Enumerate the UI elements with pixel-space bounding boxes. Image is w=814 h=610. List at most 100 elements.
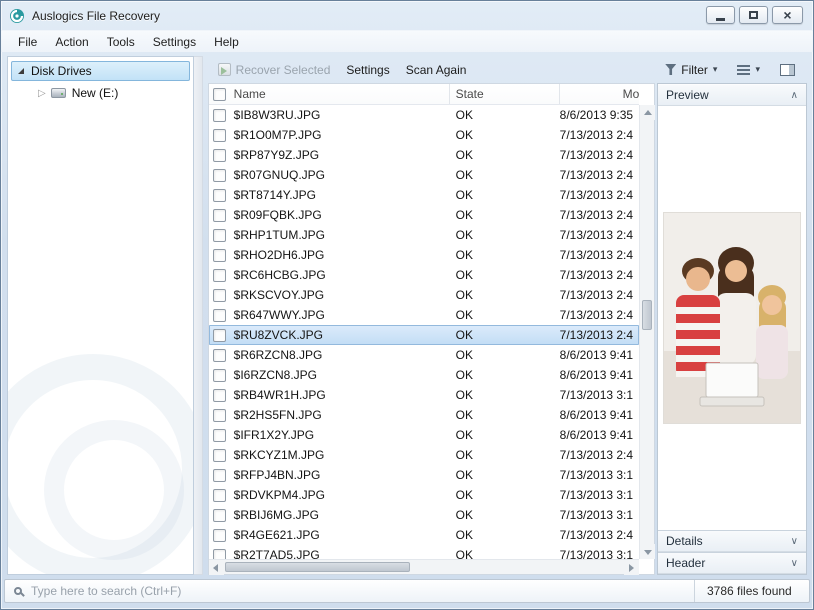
- table-row[interactable]: $R07GNUQ.JPG OK 7/13/2013 2:4: [209, 165, 639, 185]
- scroll-down-arrow[interactable]: [640, 544, 655, 559]
- menu-settings[interactable]: Settings: [144, 31, 205, 52]
- search-input[interactable]: Type here to search (Ctrl+F): [31, 584, 694, 598]
- row-checkbox[interactable]: [213, 189, 226, 202]
- table-row[interactable]: $I6RZCN8.JPG OK 8/6/2013 9:41: [209, 365, 639, 385]
- column-header-modified[interactable]: Modified: [560, 87, 639, 101]
- file-name-cell: $I6RZCN8.JPG: [232, 368, 450, 382]
- row-checkbox[interactable]: [213, 409, 226, 422]
- row-checkbox[interactable]: [213, 429, 226, 442]
- row-checkbox[interactable]: [213, 509, 226, 522]
- sidebar-scrollbar[interactable]: [194, 56, 203, 575]
- table-row[interactable]: $RDVKPM4.JPG OK 7/13/2013 3:1: [209, 485, 639, 505]
- row-checkbox[interactable]: [213, 469, 226, 482]
- file-modified-cell: 8/6/2013 9:35: [560, 108, 639, 122]
- tree-collapsed-icon[interactable]: ▷: [38, 88, 46, 99]
- row-checkbox[interactable]: [213, 209, 226, 222]
- table-row[interactable]: $RHO2DH6.JPG OK 7/13/2013 2:4: [209, 245, 639, 265]
- table-row[interactable]: $IB8W3RU.JPG OK 8/6/2013 9:35: [209, 105, 639, 125]
- row-checkbox[interactable]: [213, 169, 226, 182]
- preview-section-header[interactable]: Preview ∧: [658, 84, 806, 106]
- vertical-scroll-thumb[interactable]: [642, 300, 652, 330]
- file-modified-cell: 8/6/2013 9:41: [560, 428, 639, 442]
- row-checkbox[interactable]: [213, 269, 226, 282]
- row-checkbox[interactable]: [213, 369, 226, 382]
- menu-file[interactable]: File: [9, 31, 46, 52]
- table-row[interactable]: $R647WWY.JPG OK 7/13/2013 2:4: [209, 305, 639, 325]
- menu-tools[interactable]: Tools: [98, 31, 144, 52]
- row-checkbox[interactable]: [213, 449, 226, 462]
- recover-selected-button[interactable]: Recover Selected: [210, 59, 339, 81]
- tree-expanded-icon[interactable]: [18, 68, 24, 74]
- file-modified-cell: 7/13/2013 3:1: [560, 388, 639, 402]
- table-row[interactable]: $RB4WR1H.JPG OK 7/13/2013 3:1: [209, 385, 639, 405]
- row-checkbox[interactable]: [213, 249, 226, 262]
- view-mode-button[interactable]: ▾: [729, 60, 768, 79]
- select-all-checkbox[interactable]: [213, 88, 226, 101]
- recover-icon: [218, 63, 231, 76]
- table-row[interactable]: $R09FQBK.JPG OK 7/13/2013 2:4: [209, 205, 639, 225]
- preview-pane-toggle-button[interactable]: [772, 60, 803, 80]
- scan-again-button[interactable]: Scan Again: [398, 59, 475, 81]
- table-row[interactable]: $RT8714Y.JPG OK 7/13/2013 2:4: [209, 185, 639, 205]
- row-checkbox[interactable]: [213, 329, 226, 342]
- row-checkbox[interactable]: [213, 489, 226, 502]
- maximize-button[interactable]: [739, 6, 768, 24]
- file-modified-cell: 7/13/2013 2:4: [560, 528, 639, 542]
- table-row[interactable]: $RFPJ4BN.JPG OK 7/13/2013 3:1: [209, 465, 639, 485]
- table-row[interactable]: $R2HS5FN.JPG OK 8/6/2013 9:41: [209, 405, 639, 425]
- table-row[interactable]: $RU8ZVCK.JPG OK 7/13/2013 2:4: [209, 325, 639, 345]
- header-section-header[interactable]: Header ∨: [658, 552, 806, 574]
- row-checkbox[interactable]: [213, 149, 226, 162]
- table-row[interactable]: $R6RZCN8.JPG OK 8/6/2013 9:41: [209, 345, 639, 365]
- filter-button[interactable]: Filter ▾: [657, 59, 725, 81]
- settings-button[interactable]: Settings: [338, 59, 397, 81]
- scroll-left-arrow[interactable]: [209, 560, 224, 575]
- menu-action[interactable]: Action: [46, 31, 97, 52]
- row-checkbox[interactable]: [213, 229, 226, 242]
- file-state-cell: OK: [450, 548, 560, 559]
- file-state-cell: OK: [450, 248, 560, 262]
- row-checkbox[interactable]: [213, 349, 226, 362]
- file-name-cell: $R2HS5FN.JPG: [232, 408, 450, 422]
- column-header-name[interactable]: Name: [232, 84, 450, 104]
- table-row[interactable]: $R2T7AD5.JPG OK 7/13/2013 3:1: [209, 545, 639, 559]
- horizontal-scrollbar[interactable]: [209, 559, 639, 574]
- table-row[interactable]: $IFR1X2Y.JPG OK 8/6/2013 9:41: [209, 425, 639, 445]
- vertical-scrollbar[interactable]: [639, 105, 654, 559]
- horizontal-scroll-thumb[interactable]: [225, 562, 410, 572]
- sidebar-item-new-e[interactable]: ▷ New (E:): [8, 83, 193, 103]
- table-row[interactable]: $RHP1TUM.JPG OK 7/13/2013 2:4: [209, 225, 639, 245]
- scroll-up-arrow[interactable]: [640, 105, 655, 120]
- row-checkbox[interactable]: [213, 389, 226, 402]
- table-row[interactable]: $RKSCVOY.JPG OK 7/13/2013 2:4: [209, 285, 639, 305]
- minimize-button[interactable]: [706, 6, 735, 24]
- scroll-right-arrow[interactable]: [624, 560, 639, 575]
- window-controls: ×: [706, 6, 803, 24]
- table-row[interactable]: $RKCYZ1M.JPG OK 7/13/2013 2:4: [209, 445, 639, 465]
- row-checkbox[interactable]: [213, 289, 226, 302]
- close-button[interactable]: ×: [772, 6, 803, 24]
- sidebar-item-disk-drives[interactable]: Disk Drives: [11, 61, 190, 81]
- table-row[interactable]: $RBIJ6MG.JPG OK 7/13/2013 3:1: [209, 505, 639, 525]
- table-row[interactable]: $R4GE621.JPG OK 7/13/2013 2:4: [209, 525, 639, 545]
- file-name-cell: $RKSCVOY.JPG: [232, 288, 450, 302]
- file-modified-cell: 7/13/2013 3:1: [560, 508, 639, 522]
- file-state-cell: OK: [450, 388, 560, 402]
- file-state-cell: OK: [450, 488, 560, 502]
- row-checkbox[interactable]: [213, 309, 226, 322]
- row-checkbox[interactable]: [213, 529, 226, 542]
- table-row[interactable]: $RP87Y9Z.JPG OK 7/13/2013 2:4: [209, 145, 639, 165]
- table-row[interactable]: $R1O0M7P.JPG OK 7/13/2013 2:4: [209, 125, 639, 145]
- titlebar[interactable]: Auslogics File Recovery ×: [1, 1, 813, 30]
- table-row[interactable]: $RC6HCBG.JPG OK 7/13/2013 2:4: [209, 265, 639, 285]
- column-header-state[interactable]: State: [450, 84, 560, 104]
- file-modified-cell: 8/6/2013 9:41: [560, 408, 639, 422]
- row-checkbox[interactable]: [213, 109, 226, 122]
- menu-help[interactable]: Help: [205, 31, 248, 52]
- details-section-header[interactable]: Details ∨: [658, 530, 806, 552]
- file-modified-cell: 7/13/2013 2:4: [560, 448, 639, 462]
- row-checkbox[interactable]: [213, 549, 226, 560]
- file-state-cell: OK: [450, 508, 560, 522]
- row-checkbox[interactable]: [213, 129, 226, 142]
- file-state-cell: OK: [450, 308, 560, 322]
